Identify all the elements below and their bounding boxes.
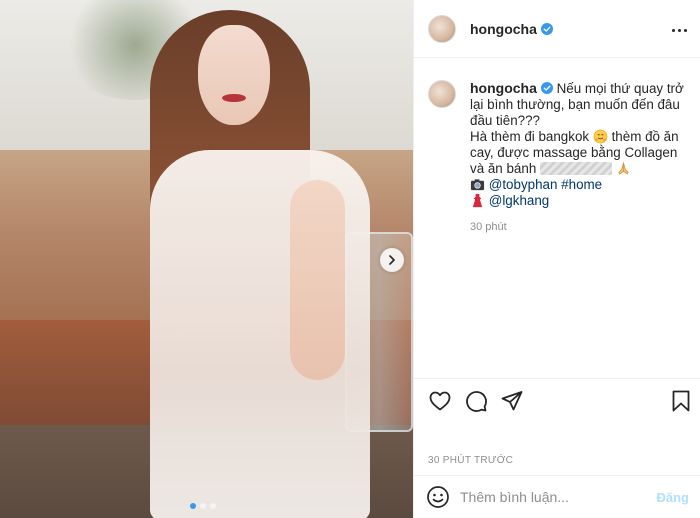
instagram-post: hongocha hongocha Nếu mọi thứ quay trở l…	[0, 0, 700, 518]
post-timestamp[interactable]: 30 PHÚT TRƯỚC	[428, 455, 513, 466]
camera-emoji-icon	[470, 179, 485, 191]
comment-button[interactable]	[462, 387, 490, 415]
bookmark-icon	[672, 390, 690, 412]
verified-badge-icon	[540, 22, 553, 35]
more-options-button[interactable]	[667, 18, 691, 42]
save-button[interactable]	[667, 387, 695, 415]
more-options-icon	[671, 28, 675, 32]
hashtag-link[interactable]: #home	[561, 177, 602, 192]
verified-badge-icon	[540, 82, 553, 94]
post-header: hongocha	[414, 0, 700, 58]
chevron-right-icon	[389, 255, 395, 265]
action-bar	[414, 378, 700, 423]
header-username[interactable]: hongocha	[470, 21, 537, 37]
post-side-panel: hongocha hongocha Nếu mọi thứ quay trở l…	[413, 0, 700, 518]
paper-plane-icon	[501, 391, 523, 411]
comment-input[interactable]	[460, 489, 657, 505]
redacted-image	[540, 162, 613, 175]
photo-face	[198, 25, 270, 125]
smiley-icon[interactable]	[426, 485, 450, 509]
photo-lips	[222, 94, 246, 102]
caption-username[interactable]: hongocha	[470, 80, 537, 96]
mention-link[interactable]: @tobyphan	[489, 177, 558, 192]
avatar[interactable]	[428, 14, 456, 43]
dress-emoji-icon	[472, 193, 483, 208]
caption-avatar[interactable]	[428, 80, 456, 108]
comment-bar: Đăng	[414, 475, 700, 518]
caption: hongocha Nếu mọi thứ quay trở lại bình t…	[428, 80, 690, 235]
caption-body: hongocha Nếu mọi thứ quay trở lại bình t…	[470, 80, 690, 235]
post-photo[interactable]	[0, 0, 413, 518]
mention-link[interactable]: @lgkhang	[489, 193, 550, 208]
share-button[interactable]	[498, 387, 526, 415]
more-dot	[683, 28, 687, 32]
photo-arm	[290, 180, 345, 380]
hugging-face-emoji-icon	[593, 129, 608, 144]
carousel-indicator	[190, 503, 216, 509]
caption-time[interactable]: 30 phút	[470, 219, 690, 235]
carousel-dot	[200, 503, 206, 509]
comment-icon	[466, 391, 487, 412]
carousel-dot	[210, 503, 216, 509]
carousel-next-button[interactable]	[380, 248, 404, 272]
like-button[interactable]	[426, 387, 454, 415]
post-comment-button[interactable]: Đăng	[657, 490, 690, 505]
carousel-dot-active	[190, 503, 196, 509]
more-dot	[677, 28, 681, 32]
heart-icon	[429, 391, 451, 411]
praying-hands-emoji-icon	[618, 161, 629, 175]
caption-text-line2a: Hà thèm đi bangkok	[470, 129, 590, 144]
